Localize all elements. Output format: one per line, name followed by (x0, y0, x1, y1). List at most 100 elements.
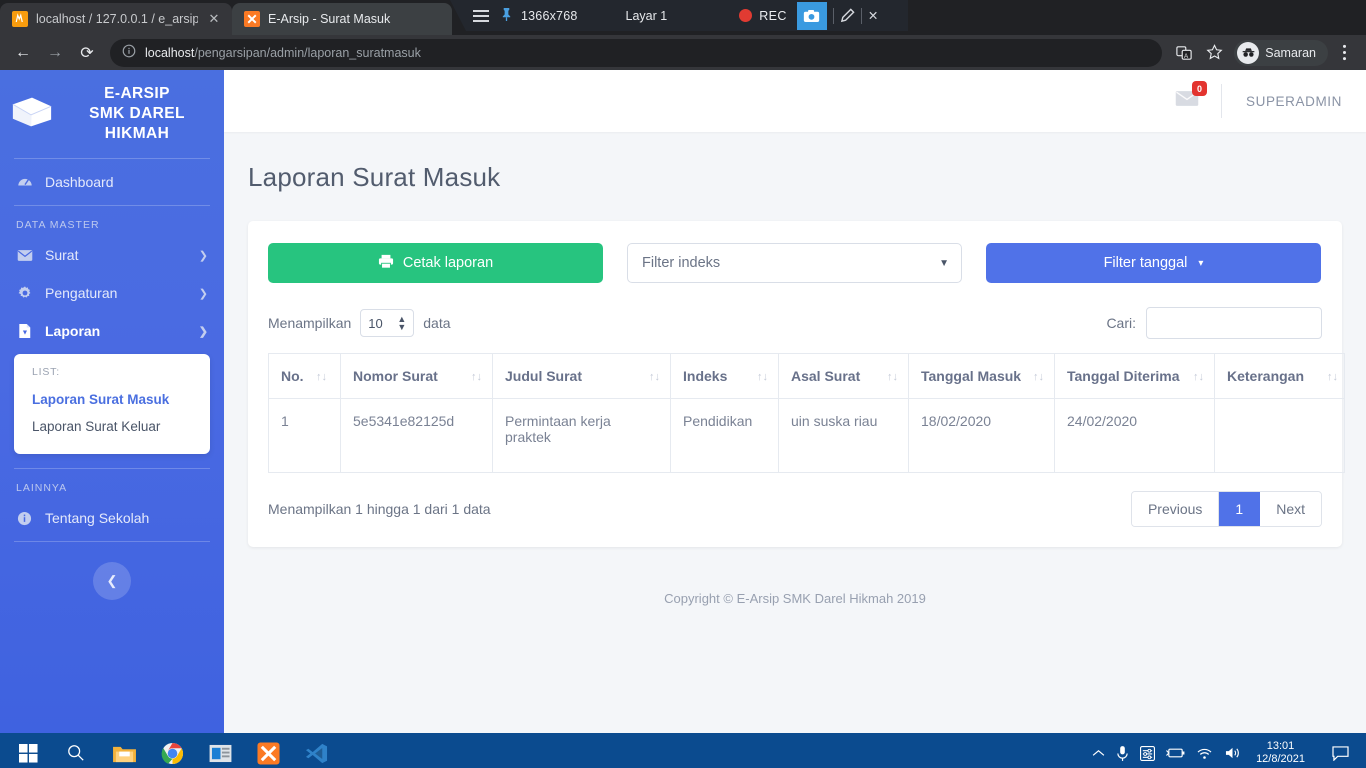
incognito-profile-button[interactable]: Samaran (1234, 39, 1328, 66)
column-header-keterangan[interactable]: Keterangan ↑↓ (1214, 353, 1345, 399)
profile-label: Samaran (1265, 45, 1316, 60)
back-button[interactable]: ← (8, 39, 38, 67)
info-icon[interactable] (122, 44, 136, 61)
browser-tab-earsip[interactable]: E-Arsip - Surat Masuk (232, 3, 452, 35)
search-input[interactable] (1146, 307, 1322, 339)
cell-indeks: Pendidikan (670, 398, 779, 473)
pagination-page-1[interactable]: 1 (1219, 492, 1261, 526)
column-label: Tanggal Diterima (1067, 368, 1180, 384)
main-content: 0 SUPERADMIN Laporan Surat Masuk Cetak l… (224, 70, 1366, 733)
user-menu[interactable]: SUPERADMIN (1222, 94, 1342, 109)
volume-icon[interactable] (1224, 746, 1241, 760)
chrome-icon[interactable] (148, 733, 196, 768)
cetak-laporan-button[interactable]: Cetak laporan (268, 243, 603, 283)
column-header-indeks[interactable]: Indeks ↑↓ (670, 353, 779, 399)
recorder-rec-label: REC (759, 8, 787, 23)
sidebar-section-lainnya: LAINNYA (16, 482, 68, 494)
sidebar-collapse-button[interactable]: ❮ (93, 562, 131, 600)
select-value: Filter indeks (642, 255, 721, 271)
brand[interactable]: E-ARSIP SMK DAREL HIKMAH (0, 70, 224, 154)
incognito-icon (1237, 41, 1260, 64)
pagination-previous[interactable]: Previous (1131, 492, 1220, 526)
search-control: Cari: (1106, 307, 1322, 339)
pagination: Previous 1 Next (1130, 491, 1322, 527)
table-controls: Menampilkan 10 ▲ ▼ data Cari: (268, 283, 1322, 353)
recorder-menu-icon[interactable] (464, 9, 498, 22)
mail-notifications-button[interactable]: 0 (1175, 81, 1221, 112)
envelope-logo-icon (10, 95, 54, 134)
close-icon[interactable]: ✕ (206, 11, 222, 27)
sidebar-item-label: Surat (45, 247, 79, 263)
camera-icon[interactable] (796, 1, 827, 30)
vscode-icon[interactable] (292, 733, 340, 768)
microphone-icon[interactable] (1116, 745, 1129, 762)
taskbar-clock[interactable]: 13:01 12/8/2021 (1252, 740, 1309, 766)
sort-icon: ↑↓ (471, 371, 482, 383)
column-header-asal-surat[interactable]: Asal Surat ↑↓ (778, 353, 909, 399)
sidebar-item-label: Dashboard (45, 174, 114, 190)
submenu-heading: LIST: (32, 366, 60, 378)
wifi-icon[interactable] (1196, 747, 1213, 760)
column-header-judul-surat[interactable]: Judul Surat ↑↓ (492, 353, 671, 399)
filter-indeks-wrap: Filter indeks ▼ (627, 243, 962, 283)
divider (14, 158, 210, 159)
windows-taskbar: 13:01 12/8/2021 (0, 733, 1366, 768)
sidebar-item-laporan[interactable]: ▼ Laporan ❯ (0, 312, 224, 350)
pin-icon[interactable] (500, 7, 513, 25)
sidebar-item-tentang-sekolah[interactable]: Tentang Sekolah (0, 499, 224, 537)
column-header-nomor-surat[interactable]: Nomor Surat ↑↓ (340, 353, 493, 399)
browser-tab-phpmyadmin[interactable]: localhost / 127.0.0.1 / e_arsip | ph ✕ (0, 3, 232, 35)
tray-chevron-up-icon[interactable] (1092, 749, 1105, 758)
column-header-tanggal-diterima[interactable]: Tanggal Diterima ↑↓ (1054, 353, 1215, 399)
gear-icon (16, 285, 33, 301)
forward-button[interactable]: → (40, 39, 70, 67)
filter-tanggal-button[interactable]: Filter tanggal ▾ (986, 243, 1321, 283)
table-row[interactable]: 1 5e5341e82125d Permintaan kerja praktek… (268, 398, 1345, 473)
phpmyadmin-icon (12, 11, 28, 27)
chrome-menu-icon[interactable] (1330, 39, 1358, 67)
laporan-surat-masuk-table: No. ↑↓ Nomor Surat ↑↓ Judul Surat ↑↓ Ind… (268, 353, 1345, 473)
filter-indeks-select[interactable]: Filter indeks (627, 243, 962, 283)
button-label: Filter tanggal (1103, 255, 1188, 271)
notification-center-icon[interactable] (1320, 733, 1360, 768)
pencil-icon[interactable] (840, 8, 855, 23)
close-icon[interactable]: ✕ (868, 8, 878, 23)
column-header-no[interactable]: No. ↑↓ (268, 353, 341, 399)
recorder-resolution: 1366x768 (521, 8, 578, 23)
cell-tanggal-masuk: 18/02/2020 (908, 398, 1055, 473)
news-icon[interactable] (196, 733, 244, 768)
url-host: localhost (145, 45, 195, 60)
tab-title: localhost / 127.0.0.1 / e_arsip | ph (36, 12, 198, 26)
start-button[interactable] (4, 733, 52, 768)
page-length-control: Menampilkan 10 ▲ ▼ data (268, 309, 451, 337)
divider (860, 7, 862, 24)
reload-button[interactable]: ⟳ (72, 39, 102, 67)
address-bar[interactable]: localhost/pengarsipan/admin/laporan_sura… (110, 38, 1163, 67)
divider (832, 7, 834, 24)
sidebar-item-pengaturan[interactable]: Pengaturan ❯ (0, 274, 224, 312)
pagination-next[interactable]: Next (1260, 492, 1321, 526)
column-header-tanggal-masuk[interactable]: Tanggal Masuk ↑↓ (908, 353, 1055, 399)
translate-icon[interactable]: A (1170, 39, 1198, 67)
search-icon[interactable] (52, 733, 100, 768)
battery-icon[interactable] (1166, 747, 1185, 759)
xampp-icon[interactable] (244, 733, 292, 768)
report-card: Cetak laporan Filter indeks ▼ Filter tan… (248, 221, 1345, 547)
sidebar-item-laporan-surat-keluar[interactable]: Laporan Surat Keluar (14, 413, 210, 440)
sidebar-item-dashboard[interactable]: Dashboard (0, 163, 224, 201)
settings-sliders-icon[interactable] (1140, 745, 1156, 761)
sort-icon: ↑↓ (649, 371, 660, 383)
sort-icon: ↑↓ (316, 371, 327, 383)
url-path: /pengarsipan/admin/laporan_suratmasuk (194, 45, 421, 60)
clock-time: 13:01 (1266, 740, 1295, 752)
bookmark-star-icon[interactable] (1200, 39, 1228, 67)
sidebar-item-surat[interactable]: Surat ❯ (0, 236, 224, 274)
page-length-select[interactable]: 10 ▲ ▼ (360, 309, 415, 337)
sidebar-item-laporan-surat-masuk[interactable]: Laporan Surat Masuk (14, 386, 210, 413)
showing-prefix-label: Menampilkan (268, 315, 352, 331)
folder-icon[interactable] (100, 733, 148, 768)
sidebar-item-label: Pengaturan (45, 285, 118, 301)
stepper-arrows-icon: ▲ ▼ (397, 314, 407, 332)
xampp-icon (244, 11, 260, 27)
column-label: Judul Surat (505, 368, 583, 384)
